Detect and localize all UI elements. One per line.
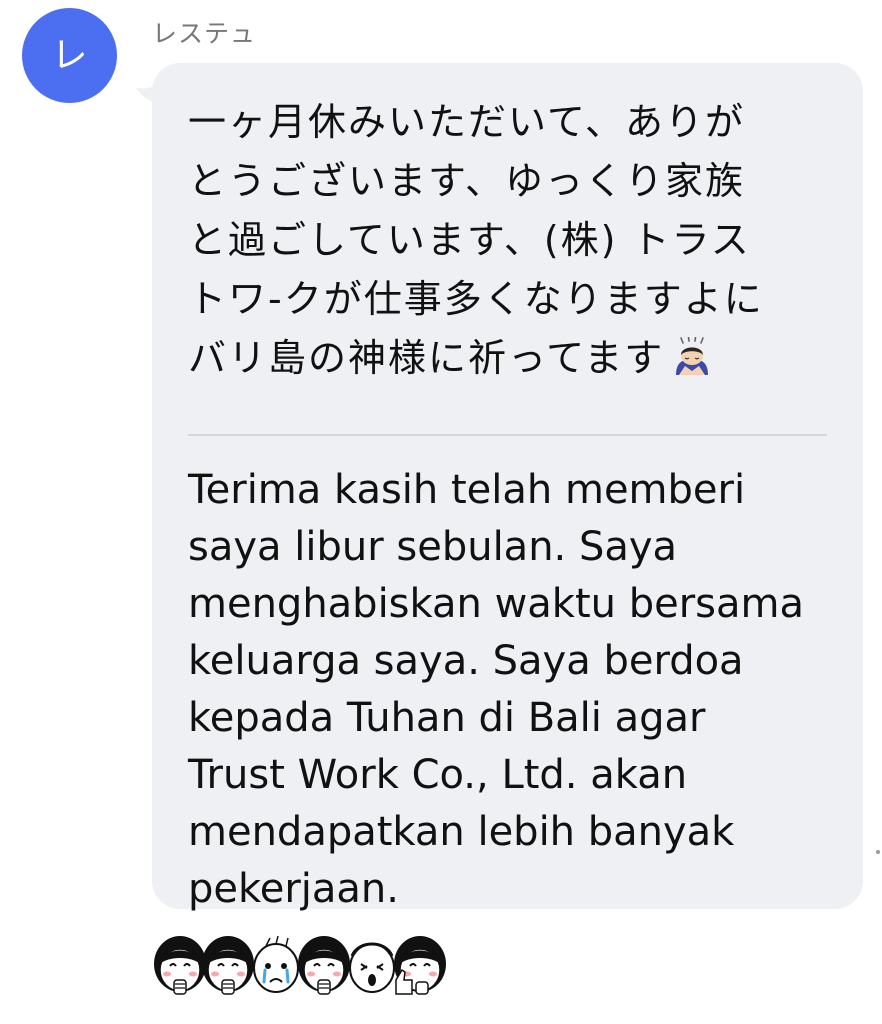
smiling-girl-icon <box>153 935 207 995</box>
crying-girl-icon <box>253 935 299 993</box>
scroll-indicator <box>876 850 880 854</box>
girls-reaction-sticker[interactable] <box>152 930 452 1000</box>
message-bubble[interactable]: 一ヶ月休みいただいて、ありが とうございます、ゆっくり家族 と過ごしています、(… <box>152 63 863 912</box>
avatar-initial: レ <box>51 34 88 76</box>
message-translation-text: Terima kasih telah memberi saya libur se… <box>188 467 804 912</box>
smiling-girl-icon <box>201 935 255 995</box>
smiling-girl-icon <box>297 935 351 995</box>
sender-name[interactable]: レステュ <box>152 14 256 50</box>
sender-avatar[interactable]: レ <box>22 8 117 103</box>
chat-screen: レ レステュ 一ヶ月休みいただいて、ありが とうございます、ゆっくり家族 と過ご… <box>0 0 882 1024</box>
surprised-girl-icon <box>349 942 395 993</box>
translation-divider <box>188 434 827 436</box>
message-original-text: 一ヶ月休みいただいて、ありが とうございます、ゆっくり家族 と過ごしています、(… <box>188 93 833 394</box>
bowing-person-icon <box>670 335 714 394</box>
thumbs-up-girl-icon <box>393 935 447 995</box>
